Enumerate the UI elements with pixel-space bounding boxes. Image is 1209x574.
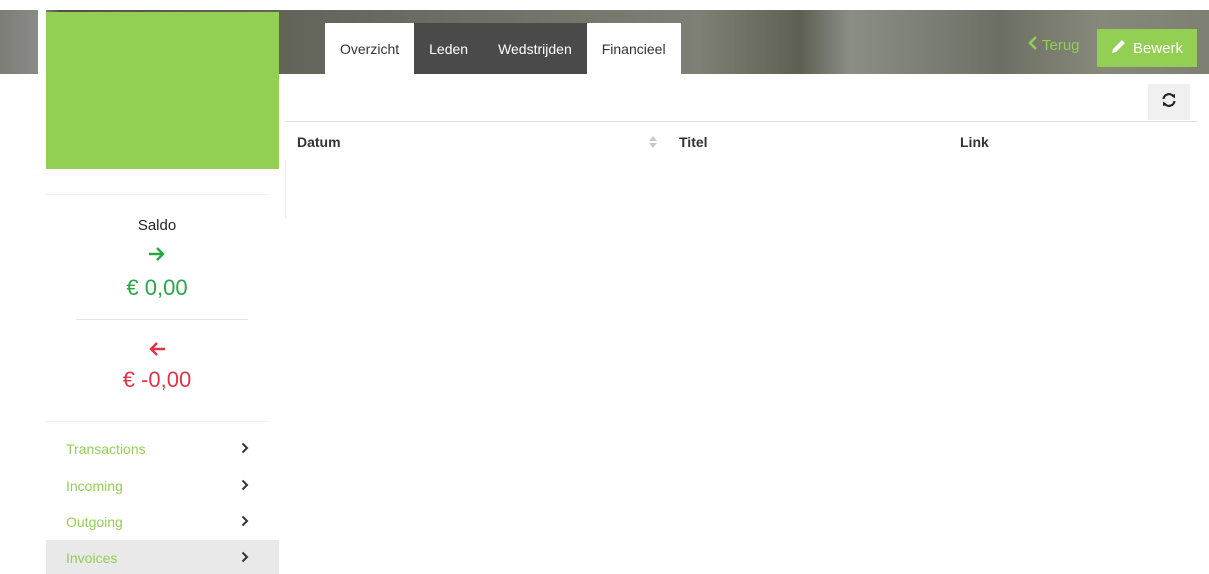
chevron-right-icon (241, 478, 249, 494)
chevron-right-icon (241, 441, 249, 457)
edit-button[interactable]: Bewerk (1097, 29, 1197, 67)
refresh-icon (1161, 92, 1177, 113)
table-divider (285, 121, 1198, 122)
menu-item-label: Transactions (66, 441, 146, 457)
menu-item-transactions[interactable]: Transactions (46, 430, 279, 468)
profile-header-block (46, 12, 279, 169)
table-side-border (285, 160, 286, 218)
sort-icon[interactable] (649, 135, 657, 153)
menu-item-label: Incoming (66, 478, 123, 494)
menu-item-incoming[interactable]: Incoming (46, 468, 279, 504)
saldo-card: Saldo € 0,00 € -0,00 (46, 194, 268, 422)
back-label: Terug (1042, 36, 1080, 54)
column-header-titel[interactable]: Titel (679, 134, 708, 150)
tab-overzicht[interactable]: Overzicht (325, 23, 415, 74)
finance-menu: Transactions Incoming Outgoing Invoices (46, 430, 279, 574)
tab-wedstrijden[interactable]: Wedstrijden (483, 23, 587, 74)
tab-leden[interactable]: Leden (414, 23, 484, 74)
tab-financieel[interactable]: Financieel (586, 23, 681, 74)
incoming-amount: € 0,00 (126, 275, 188, 300)
outgoing-amount: € -0,00 (122, 367, 192, 392)
saldo-divider (76, 319, 248, 320)
arrow-left-icon (46, 341, 268, 362)
chevron-right-icon (241, 514, 249, 530)
pencil-icon (1111, 38, 1127, 58)
menu-item-invoices[interactable]: Invoices (46, 540, 279, 574)
chevron-right-icon (241, 550, 249, 566)
edit-label: Bewerk (1132, 39, 1184, 57)
menu-item-label: Invoices (66, 550, 118, 566)
refresh-button[interactable] (1148, 84, 1190, 120)
menu-item-label: Outgoing (66, 514, 123, 530)
saldo-title: Saldo (137, 217, 177, 234)
tab-bar: Overzicht Leden Wedstrijden Financieel (325, 23, 681, 74)
arrow-right-icon (46, 246, 268, 267)
menu-item-outgoing[interactable]: Outgoing (46, 504, 279, 540)
chevron-left-icon (1028, 36, 1038, 54)
column-header-datum[interactable]: Datum (297, 134, 341, 150)
banner-gap (38, 10, 46, 74)
column-header-link[interactable]: Link (960, 134, 989, 150)
back-link[interactable]: Terug (1028, 36, 1080, 54)
